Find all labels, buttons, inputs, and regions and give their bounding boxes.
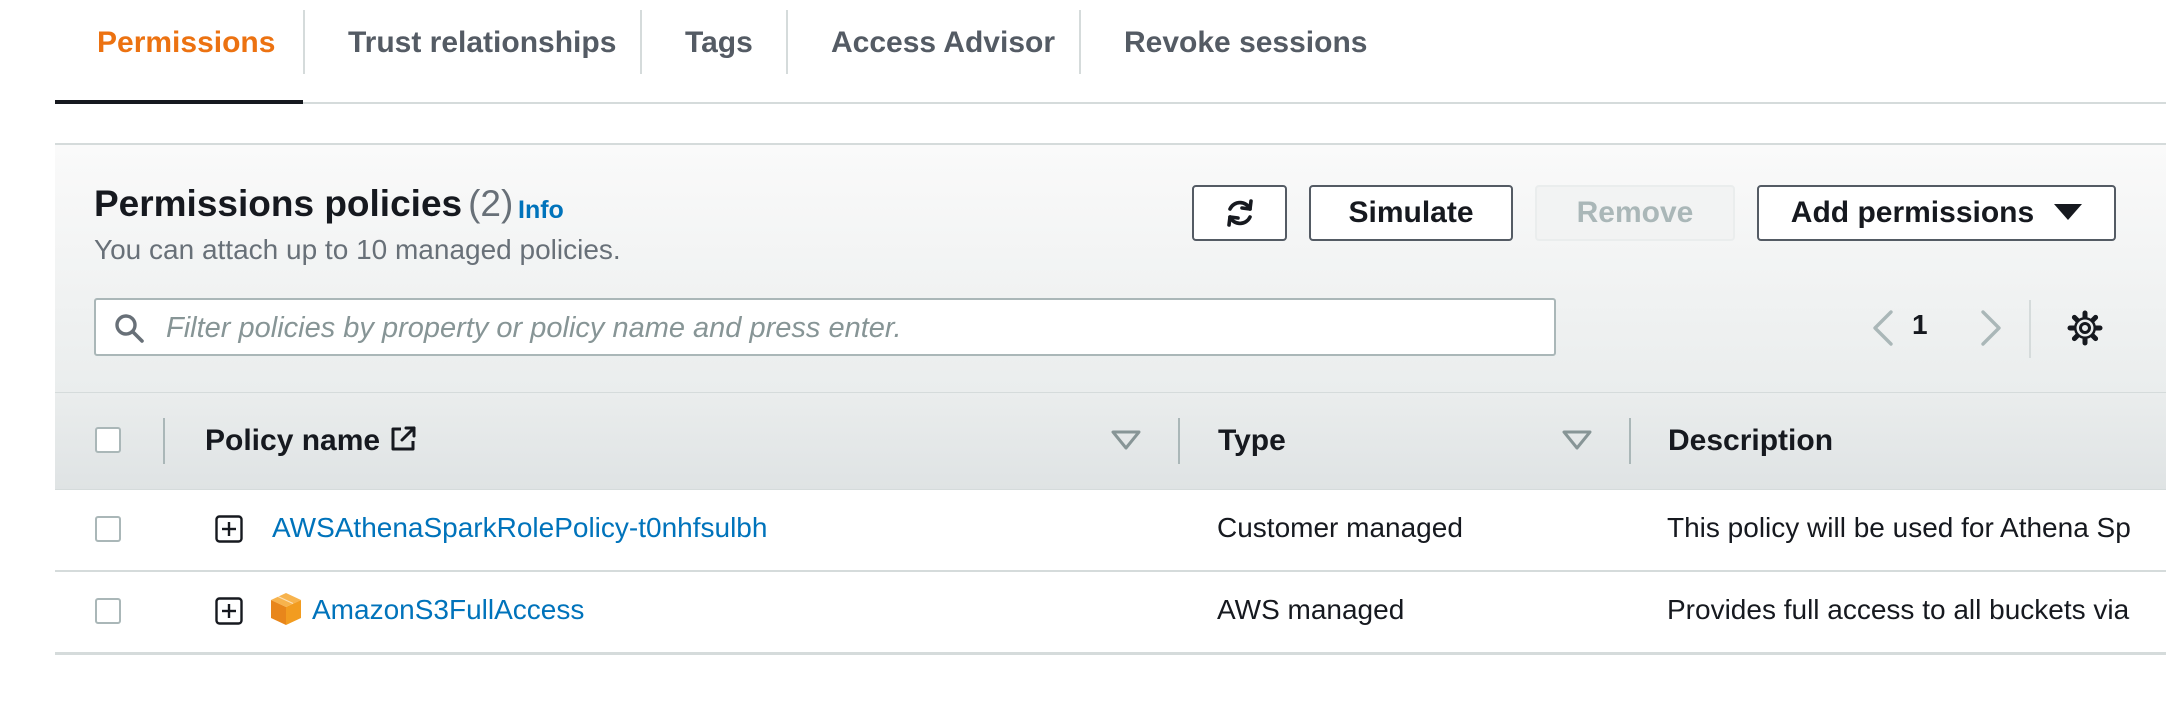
tab-revoke-sessions[interactable]: Revoke sessions (1124, 0, 1367, 102)
policy-type: AWS managed (1217, 594, 1405, 625)
policy-type: Customer managed (1217, 512, 1463, 543)
tab-divider (786, 10, 788, 74)
search-icon (115, 314, 144, 343)
search-box (94, 298, 1556, 356)
policy-name-link[interactable]: AmazonS3FullAccess (312, 594, 584, 626)
info-link[interactable]: Info (518, 196, 564, 225)
column-divider (1629, 418, 1631, 464)
table-row[interactable]: AWSAthenaSparkRolePolicy-t0nhfsulbh Cust… (55, 490, 2166, 572)
search-input[interactable] (164, 302, 1538, 354)
next-page-icon[interactable] (1973, 308, 2009, 348)
panel-title-text: Permissions policies (94, 183, 463, 224)
panel-header: Permissions policies (2) Info You can att… (55, 145, 2166, 392)
column-divider (1178, 418, 1180, 464)
column-header-type[interactable]: Type (1218, 424, 1286, 458)
add-permissions-button[interactable]: Add permissions (1757, 185, 2116, 241)
tab-access-advisor[interactable]: Access Advisor (831, 0, 1055, 102)
sort-type-icon[interactable] (1562, 430, 1592, 452)
policy-description: Provides full access to all buckets via (1667, 594, 2130, 625)
table-row[interactable]: AmazonS3FullAccess AWS managed Provides … (55, 572, 2166, 655)
table-header: Policy name Type Description (55, 392, 2166, 491)
policy-name-header-label: Policy name (205, 424, 381, 457)
policy-count: (2) (468, 183, 514, 224)
add-permissions-label: Add permissions (1790, 196, 2035, 229)
column-divider (163, 418, 165, 464)
aws-managed-cube-icon (271, 593, 301, 625)
active-tab-indicator (55, 100, 303, 104)
simulate-button[interactable]: Simulate (1309, 185, 1513, 241)
remove-button[interactable]: Remove (1535, 185, 1735, 241)
panel-subtitle: You can attach up to 10 managed policies… (94, 234, 621, 265)
tab-divider (1079, 10, 1081, 74)
external-link-icon (391, 426, 416, 451)
tab-divider (640, 10, 642, 74)
refresh-button[interactable] (1192, 185, 1287, 241)
tab-permissions[interactable]: Permissions (97, 0, 275, 102)
expand-row-icon[interactable] (215, 515, 243, 543)
refresh-icon (1226, 199, 1253, 227)
tab-tags[interactable]: Tags (685, 0, 753, 102)
row-checkbox[interactable] (95, 598, 121, 624)
previous-page-icon[interactable] (1865, 308, 1901, 348)
gear-icon[interactable] (2067, 310, 2103, 346)
tab-divider (303, 10, 305, 74)
pagination-divider (2029, 300, 2031, 358)
policy-description: This policy will be used for Athena Sp (1667, 512, 2131, 543)
sort-policy-name-icon[interactable] (1111, 430, 1141, 452)
policy-name-link[interactable]: AWSAthenaSparkRolePolicy-t0nhfsulbh (272, 512, 767, 544)
column-header-policy-name[interactable]: Policy name (205, 424, 418, 458)
tab-trust-relationships[interactable]: Trust relationships (348, 0, 616, 102)
expand-row-icon[interactable] (215, 597, 243, 625)
row-checkbox[interactable] (95, 516, 121, 542)
panel-title: Permissions policies (2) (94, 183, 513, 225)
current-page-number[interactable]: 1 (1912, 309, 1928, 341)
column-header-description[interactable]: Description (1668, 424, 1833, 458)
permissions-policies-panel: Permissions policies (2) Info You can att… (55, 143, 2166, 655)
select-all-checkbox[interactable] (95, 427, 121, 453)
tab-bar: Permissions Trust relationships Tags Acc… (55, 0, 2166, 104)
caret-down-icon (2054, 204, 2083, 220)
